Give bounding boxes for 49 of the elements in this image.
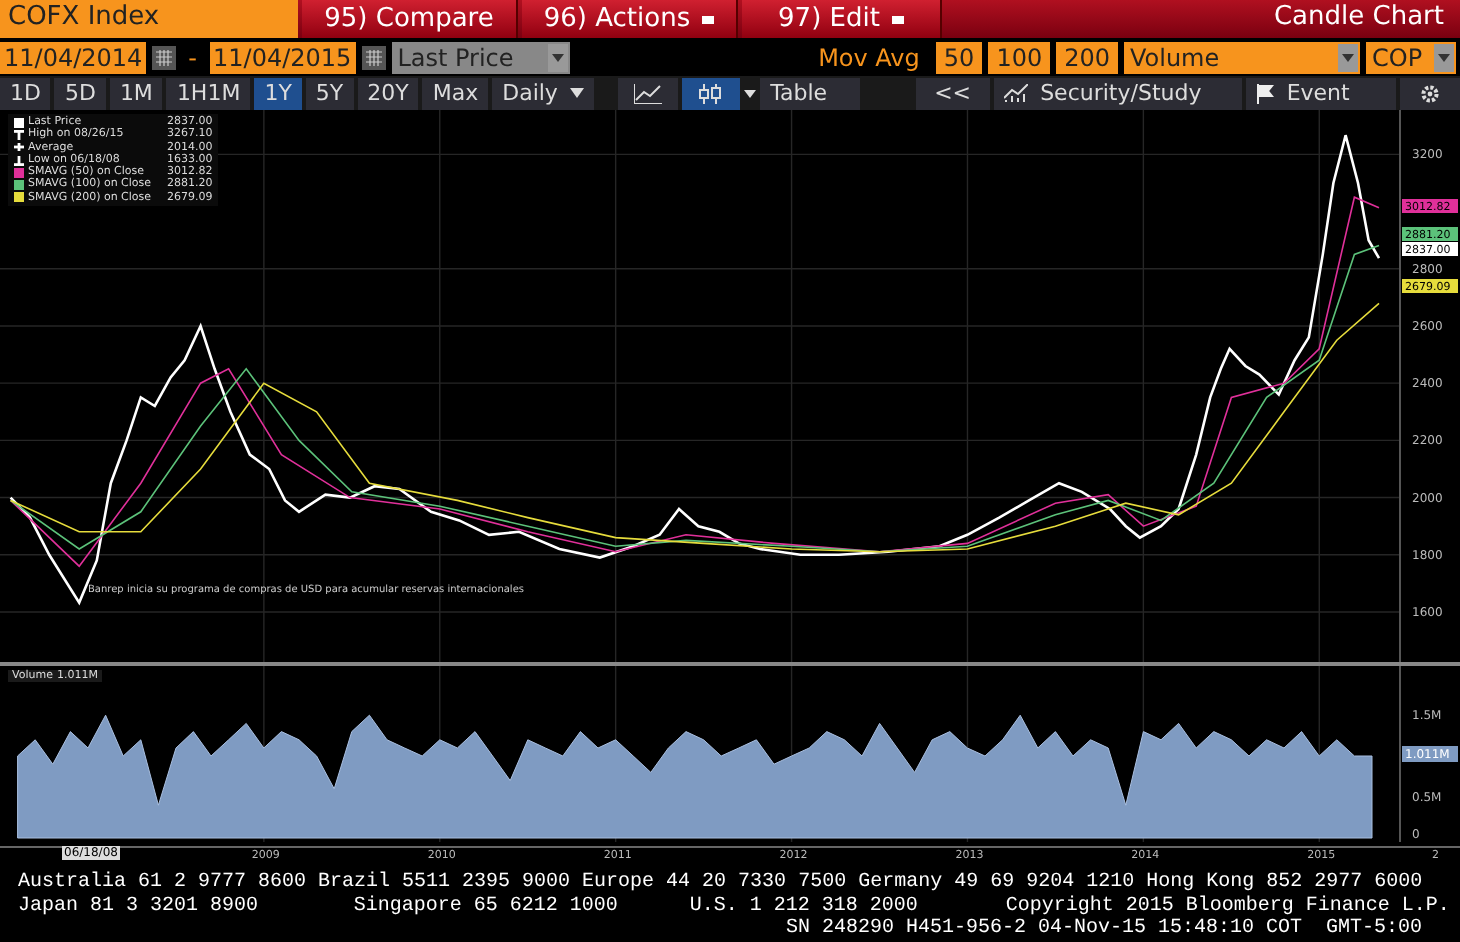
end-date-field[interactable]: 11/04/2015	[209, 42, 356, 74]
footer-text: Australia 61 2 9777 8600 Brazil 5511 2395 9000 Europe 44 20 7330 7500 Germany 49 69 9204 1210 Hong Kong 852 2977 6000	[18, 872, 1425, 895]
caret-icon	[569, 88, 584, 98]
dropdown-caret-icon[interactable]	[1338, 44, 1358, 72]
moving-average-period-field[interactable]: 100	[988, 42, 1051, 74]
line-chart-icon	[633, 83, 662, 103]
footer-text: Copyright 2015 Bloomberg Finance L.P.	[1005, 895, 1450, 917]
caret-icon[interactable]	[744, 89, 757, 97]
dropdown-caret-icon[interactable]	[1434, 44, 1454, 72]
period-tab[interactable]: 1M	[109, 77, 163, 109]
moving-average-period-field[interactable]: 200	[1056, 42, 1118, 74]
chart-type-title: Candle Chart	[1271, 0, 1446, 36]
frequency-dropdown[interactable]: Daily	[492, 77, 594, 109]
settings-icon	[1420, 83, 1441, 103]
lower-study-dropdown[interactable]: Volume	[1124, 42, 1360, 74]
menu-button[interactable]: 97) Edit	[742, 0, 942, 38]
period-tab[interactable]: 1Y	[254, 77, 302, 109]
period-tab[interactable]: 1D	[0, 77, 51, 109]
footer-text: U.S. 1 212 318 2000	[689, 895, 918, 917]
period-tab[interactable]: 1H1M	[166, 77, 251, 109]
calendar-icon[interactable]	[152, 46, 177, 70]
event-button[interactable]: Event	[1246, 77, 1397, 109]
security-study-button[interactable]: Security/Study	[994, 77, 1243, 109]
period-tab[interactable]: Max	[422, 77, 489, 109]
moving-average-label: Mov Avg	[818, 44, 920, 72]
period-tab[interactable]: 20Y	[357, 77, 419, 109]
period-tab[interactable]: 5Y	[305, 77, 354, 109]
period-tab[interactable]: 5D	[54, 77, 106, 109]
settings-button[interactable]	[1400, 77, 1460, 109]
menu-button[interactable]: 95) Compare	[302, 0, 518, 38]
line-chart-button[interactable]	[617, 77, 678, 109]
dropdown-caret-icon[interactable]	[547, 44, 568, 72]
collapse-button[interactable]: <<	[915, 77, 991, 109]
footer-text: Japan 81 3 3201 8900	[18, 895, 259, 917]
candlestick-icon	[696, 83, 725, 103]
footer-text: SN 248290 H451-956-2 04-Nov-15 15:48:10 COT GMT-5:00	[784, 918, 1425, 941]
candle-chart-button[interactable]	[681, 77, 741, 109]
security-field[interactable]: COFX Index	[0, 0, 298, 38]
flag-icon	[1256, 83, 1275, 103]
currency-dropdown[interactable]: COP	[1366, 42, 1456, 74]
footer-text: Singapore 65 6212 1000	[353, 895, 618, 917]
table-button[interactable]: Table	[760, 77, 859, 109]
field-dropdown[interactable]: Last Price	[391, 42, 570, 74]
date-separator: -	[186, 44, 200, 72]
chart-study-icon	[1004, 84, 1029, 102]
start-date-field[interactable]: 11/04/2014	[0, 42, 147, 74]
calendar-icon[interactable]	[361, 46, 386, 70]
menu-button[interactable]: 96) Actions	[522, 0, 738, 38]
moving-average-period-field[interactable]: 50	[935, 42, 983, 74]
